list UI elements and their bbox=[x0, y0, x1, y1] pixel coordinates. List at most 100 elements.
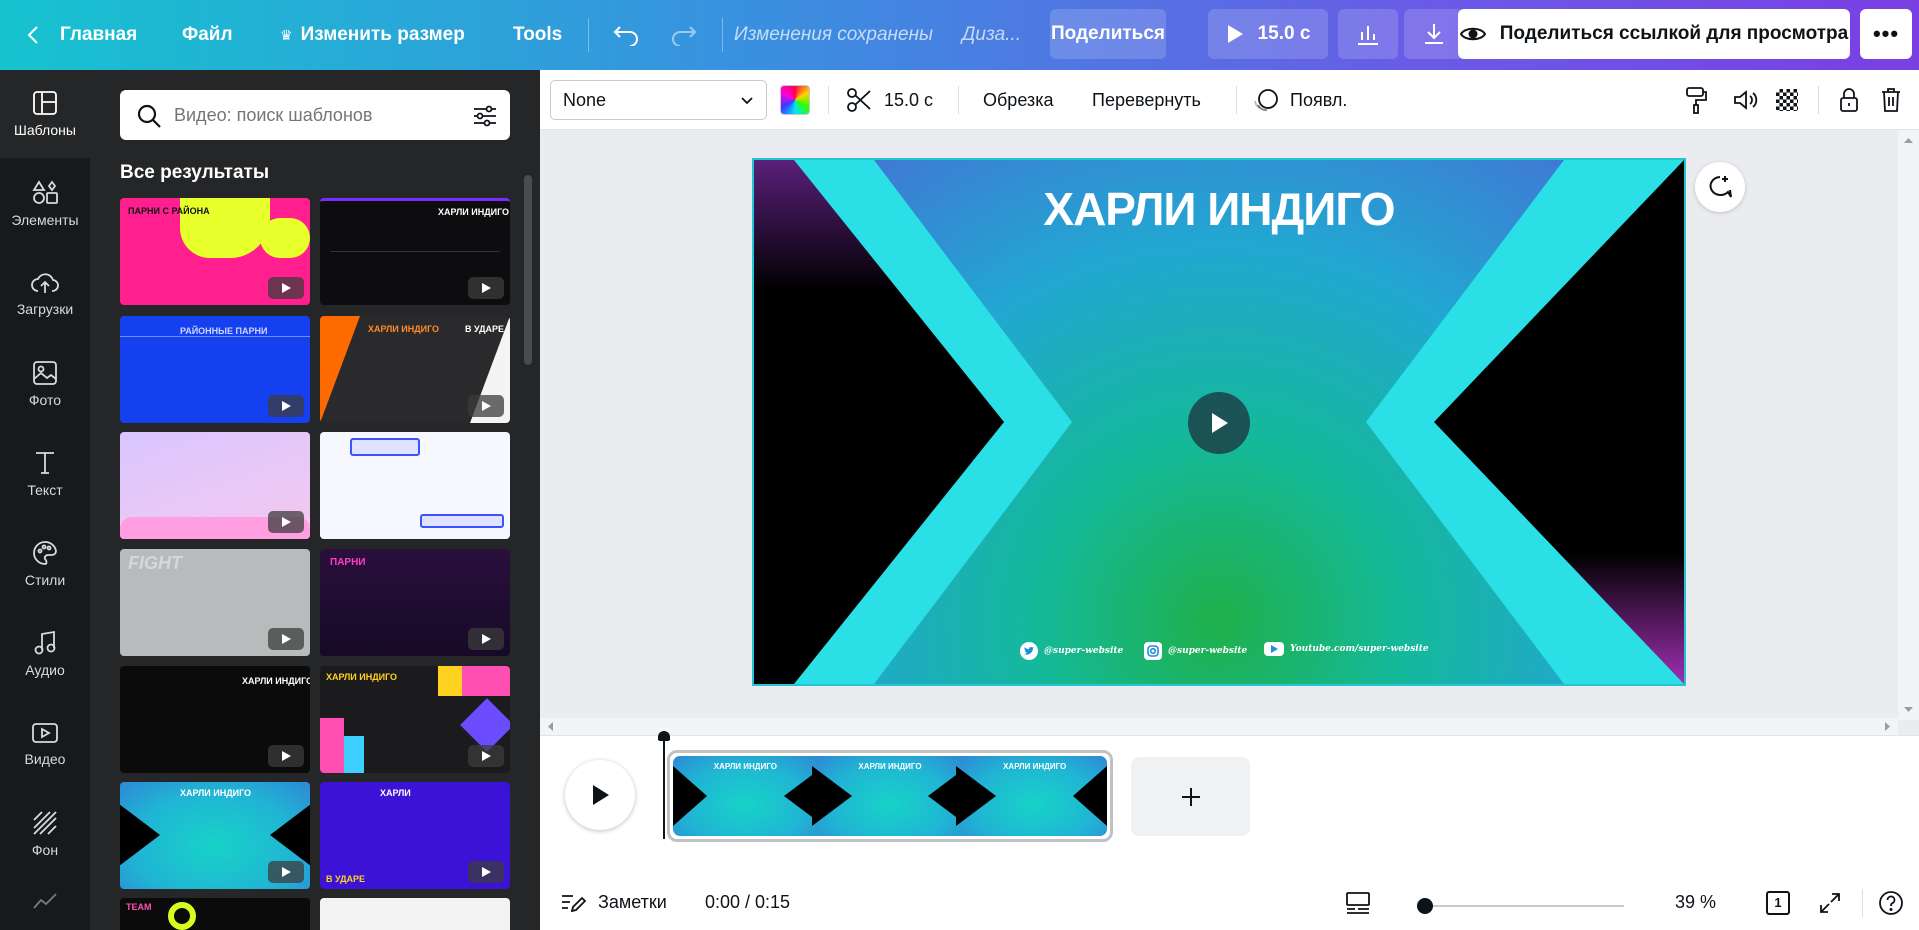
font-select[interactable]: None bbox=[550, 80, 767, 120]
zoom-level[interactable]: 39 % bbox=[1675, 875, 1716, 930]
crown-icon: ♛ bbox=[280, 26, 293, 43]
undo-icon[interactable] bbox=[612, 0, 640, 70]
add-comment-button[interactable] bbox=[1695, 162, 1745, 212]
notes-button[interactable]: Заметки bbox=[560, 875, 667, 930]
rail-item-label: Стили bbox=[24, 572, 66, 588]
canvas-horizontal-scrollbar[interactable] bbox=[540, 718, 1898, 735]
rail-item-templates[interactable]: Шаблоны bbox=[0, 70, 90, 158]
canvas-vertical-scrollbar[interactable] bbox=[1898, 130, 1919, 720]
results-title: Все результаты bbox=[120, 162, 270, 183]
template-thumbnail[interactable]: ХАРЛИ ИНДИГО bbox=[320, 198, 510, 305]
play-icon bbox=[282, 283, 291, 293]
template-thumbnail[interactable] bbox=[320, 432, 510, 539]
template-thumbnail[interactable]: РАЙОННЫЕ ПАРНИ bbox=[120, 316, 310, 423]
duration-label: 15.0 с bbox=[1257, 23, 1311, 44]
bottom-bar: Заметки 0:00 / 0:15 39 % 1 bbox=[540, 875, 1919, 930]
template-thumbnail[interactable] bbox=[120, 432, 310, 539]
home-link[interactable]: Главная bbox=[60, 0, 137, 70]
rail-item-background[interactable]: Фон bbox=[0, 790, 90, 878]
redo-icon[interactable] bbox=[670, 0, 698, 70]
rail-item-video[interactable]: Видео bbox=[0, 700, 90, 788]
animate-button[interactable]: Появл. bbox=[1252, 70, 1347, 130]
search-input[interactable] bbox=[174, 90, 454, 140]
help-icon[interactable] bbox=[1878, 875, 1904, 930]
rail-item-label: Аудио bbox=[25, 662, 65, 678]
scroll-down-arrow-icon[interactable] bbox=[1898, 704, 1919, 716]
download-button[interactable] bbox=[1404, 9, 1464, 59]
fullscreen-icon[interactable] bbox=[1818, 875, 1842, 930]
slide-title[interactable]: ХАРЛИ ИНДИГО bbox=[754, 182, 1684, 236]
thumbnail-caption: FIGHT bbox=[128, 553, 182, 573]
template-thumbnail[interactable]: FIGHT bbox=[120, 549, 310, 656]
slide-play-button[interactable] bbox=[1188, 392, 1250, 454]
tools-menu[interactable]: Tools bbox=[513, 0, 562, 70]
scroll-right-arrow-icon[interactable] bbox=[1882, 718, 1894, 735]
transparency-icon[interactable] bbox=[1776, 70, 1798, 130]
rail-item-text[interactable]: Текст bbox=[0, 430, 90, 518]
template-search[interactable] bbox=[120, 90, 510, 140]
template-thumbnail[interactable]: ХАРЛИ ИНДИГО В УДАРЕ bbox=[320, 316, 510, 423]
share-button[interactable]: Поделиться bbox=[1050, 9, 1166, 59]
file-menu[interactable]: Файл bbox=[182, 0, 233, 70]
play-icon bbox=[1212, 413, 1228, 433]
eye-icon bbox=[1459, 27, 1486, 41]
rail-item-audio[interactable]: Аудио bbox=[0, 610, 90, 698]
play-icon bbox=[482, 751, 491, 761]
social-youtube[interactable]: Youtube.com/super-website bbox=[1264, 642, 1429, 656]
trash-icon[interactable] bbox=[1880, 70, 1902, 130]
flip-button[interactable]: Перевернуть bbox=[1092, 70, 1201, 130]
rail-item-photos[interactable]: Фото bbox=[0, 340, 90, 428]
template-thumbnail[interactable]: ХАРЛИ ИНДИГО bbox=[320, 666, 510, 773]
scroll-left-arrow-icon[interactable] bbox=[544, 718, 556, 735]
page-count-button[interactable]: 1 bbox=[1766, 875, 1790, 930]
thumbnail-caption: ХАРЛИ bbox=[380, 788, 411, 798]
timeline-playhead[interactable] bbox=[658, 731, 670, 839]
design-slide[interactable]: ХАРЛИ ИНДИГО @super-website @super-websi… bbox=[752, 158, 1686, 686]
duration-button[interactable]: 15.0 с bbox=[846, 70, 933, 130]
volume-icon[interactable] bbox=[1732, 70, 1758, 130]
more-options-button[interactable]: ••• bbox=[1860, 9, 1912, 59]
crop-button[interactable]: Обрезка bbox=[983, 70, 1053, 130]
rail-item-styles[interactable]: Стили bbox=[0, 520, 90, 608]
play-icon bbox=[1227, 25, 1243, 43]
rail-item-elements[interactable]: Элементы bbox=[0, 160, 90, 248]
template-thumbnail[interactable]: ХАРЛИ ИНДИГО bbox=[120, 782, 310, 889]
preview-play-button[interactable]: 15.0 с bbox=[1208, 9, 1328, 59]
scroll-up-arrow-icon[interactable] bbox=[1898, 134, 1919, 146]
play-icon bbox=[282, 634, 291, 644]
grid-view-icon[interactable] bbox=[1345, 875, 1371, 930]
template-thumbnail[interactable] bbox=[320, 898, 510, 930]
template-thumbnail[interactable]: ХАРЛИ ИНДИГО bbox=[120, 666, 310, 773]
thumbnail-caption: ХАРЛИ ИНДИГО bbox=[180, 788, 252, 798]
back-chevron-icon[interactable] bbox=[26, 0, 40, 70]
template-thumbnail[interactable]: ПАРНИ bbox=[320, 549, 510, 656]
social-twitter[interactable]: @super-website bbox=[1020, 642, 1123, 660]
add-clip-button[interactable] bbox=[1131, 757, 1250, 836]
share-view-link-button[interactable]: Поделиться ссылкой для просмотра bbox=[1458, 9, 1850, 59]
timeline-play-button[interactable] bbox=[565, 760, 635, 830]
copy-style-icon[interactable] bbox=[1684, 70, 1708, 130]
social-text: @super-website bbox=[1168, 646, 1248, 656]
lock-icon[interactable] bbox=[1838, 70, 1860, 130]
template-thumbnail[interactable]: ХАРЛИ В УДАРЕ bbox=[320, 782, 510, 889]
video-badge bbox=[468, 745, 504, 767]
design-title[interactable]: Диза... bbox=[962, 0, 1021, 70]
rail-item-uploads[interactable]: Загрузки bbox=[0, 250, 90, 338]
zoom-slider-handle[interactable] bbox=[1417, 898, 1433, 914]
color-picker-button[interactable] bbox=[780, 70, 810, 130]
panel-scrollbar[interactable] bbox=[524, 175, 532, 365]
rail-item-charts[interactable] bbox=[0, 878, 90, 930]
duration-value: 15.0 с bbox=[884, 89, 934, 110]
insights-button[interactable] bbox=[1338, 9, 1398, 59]
animate-label: Появл. bbox=[1290, 89, 1348, 110]
resize-button[interactable]: ♛ Изменить размер bbox=[280, 0, 465, 70]
timeline-clip[interactable]: ХАРЛИ ИНДИГО ХАРЛИ ИНДИГО ХАРЛИ ИНДИГО bbox=[667, 750, 1113, 842]
template-thumbnail[interactable]: TEAM bbox=[120, 898, 310, 930]
video-badge bbox=[468, 395, 504, 417]
rail-item-label: Видео bbox=[24, 751, 66, 767]
zoom-slider-track[interactable] bbox=[1424, 905, 1624, 907]
template-thumbnail[interactable]: ПАРНИ С РАЙОНА bbox=[120, 198, 310, 305]
filter-sliders-icon[interactable] bbox=[472, 103, 498, 129]
rainbow-swatch-icon bbox=[780, 85, 810, 115]
social-instagram[interactable]: @super-website bbox=[1144, 642, 1247, 660]
